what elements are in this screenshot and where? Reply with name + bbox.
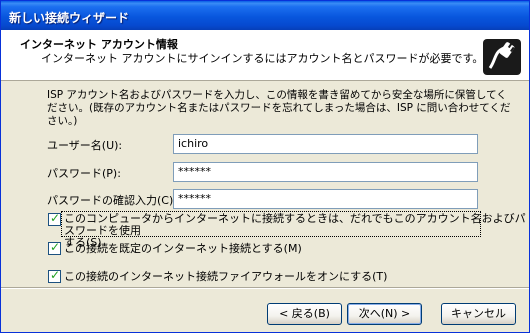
confirm-password-label: パスワードの確認入力(C):: [47, 194, 177, 207]
title-bar: 新しい接続ウィザード: [1, 1, 529, 30]
firewall-label[interactable]: この接続のインターネット接続ファイアウォールをオンにする(T): [64, 271, 387, 283]
checkmark-icon: ✓: [50, 268, 61, 282]
share-credentials-checkbox[interactable]: ✓: [48, 211, 61, 226]
default-connection-label[interactable]: この接続を既定のインターネット接続とする(M): [64, 243, 302, 255]
password-input[interactable]: ******: [173, 162, 478, 182]
window-title: 新しい接続ウィザード: [9, 11, 130, 25]
confirm-password-input[interactable]: ******: [173, 189, 478, 209]
instructions-text: ISP アカウント名およびパスワードを入力し、この情報を書き留めてから安全な場所…: [47, 89, 511, 127]
username-label: ユーザー名(U):: [47, 139, 123, 152]
wizard-body: ISP アカウント名およびパスワードを入力し、この情報を書き留めてから安全な場所…: [1, 82, 529, 287]
header-subtitle: インターネット アカウントにサインインするにはアカウント名とパスワードが必要です…: [41, 52, 484, 65]
footer-divider: [1, 287, 529, 289]
checkmark-icon: ✓: [50, 211, 61, 225]
next-button[interactable]: 次へ(N) >: [347, 303, 422, 325]
network-plug-icon: [483, 39, 521, 75]
back-button[interactable]: < 戻る(B): [267, 303, 342, 325]
default-connection-checkbox[interactable]: ✓: [48, 240, 61, 255]
username-input[interactable]: ichiro: [173, 134, 478, 154]
password-label: パスワード(P):: [47, 167, 121, 180]
wizard-window: 新しい接続ウィザード インターネット アカウント情報 インターネット アカウント…: [0, 0, 530, 333]
cancel-button[interactable]: キャンセル: [441, 303, 516, 325]
firewall-checkbox[interactable]: ✓: [48, 268, 61, 283]
wizard-header: インターネット アカウント情報 インターネット アカウントにサインインするにはア…: [1, 30, 529, 81]
checkmark-icon: ✓: [50, 240, 61, 254]
